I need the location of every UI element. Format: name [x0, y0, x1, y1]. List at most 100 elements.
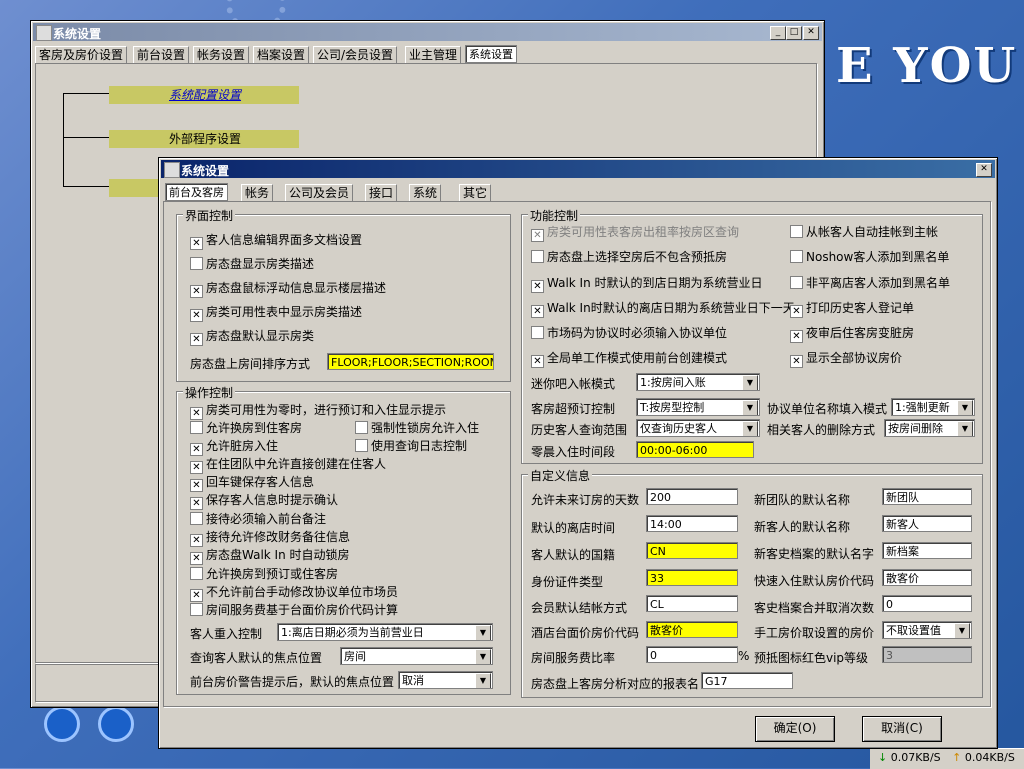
app-icon — [164, 162, 180, 178]
chevron-down-icon[interactable]: ▼ — [475, 649, 491, 664]
func-checkbox[interactable]: ✕ 打印历史客人登记单 — [790, 301, 914, 318]
ui-checkbox[interactable]: ✕ 房态盘鼠标浮动信息显示楼层描述 — [190, 281, 386, 298]
tree-item-external-program[interactable]: 外部程序设置 — [109, 130, 299, 148]
overbook-select[interactable]: T:按房型控制 ▼ — [636, 398, 760, 416]
op-checkbox[interactable]: ✕ 保存客人信息时提示确认 — [190, 493, 338, 510]
func-checkbox[interactable]: 非平离店客人添加到黑名单 — [790, 276, 950, 290]
dialog-titlebar[interactable]: 系统设置 ✕ — [161, 160, 995, 178]
op-checkbox[interactable]: ✕ 不允许前台手动修改协议单位市场员 — [190, 585, 398, 602]
func-checkbox[interactable]: ✕ Walk In时默认的离店日期为系统营业日下一天 — [531, 301, 795, 318]
op-checkbox[interactable]: 使用查询日志控制 — [355, 439, 467, 453]
custom-input: 3 — [882, 646, 972, 663]
tab-other[interactable]: 其它 — [459, 184, 492, 201]
ok-button[interactable]: 确定(O) — [755, 716, 835, 742]
func-checkbox[interactable]: ✕ Walk In 时默认的到店日期为系统营业日 — [531, 276, 763, 293]
minimize-button[interactable]: _ — [770, 26, 786, 40]
reentry-label: 客人重入控制 — [190, 627, 263, 641]
tab-system[interactable]: 系统设置 — [465, 45, 517, 63]
custom-input[interactable]: 新客人 — [882, 515, 972, 532]
custom-input[interactable]: 0 — [882, 595, 972, 612]
reentry-select[interactable]: 1:离店日期必须为当前营业日 ▼ — [277, 623, 493, 641]
tab-system[interactable]: 系统 — [409, 184, 442, 201]
chevron-down-icon[interactable]: ▼ — [957, 400, 973, 415]
rate-warning-focus-select[interactable]: 取消 ▼ — [398, 671, 493, 689]
func-checkbox[interactable]: ✕ 全局单工作模式使用前台创建模式 — [531, 351, 727, 368]
ui-checkbox[interactable]: ✕ 房态盘默认显示房类 — [190, 329, 314, 346]
op-checkbox[interactable]: ✕ 房态盘Walk In 时自动锁房 — [190, 548, 350, 565]
query-focus-label: 查询客人默认的焦点位置 — [190, 651, 323, 665]
manual-rate-select[interactable]: 不取设置值 ▼ — [882, 621, 972, 639]
tab-owner[interactable]: 业主管理 — [405, 46, 462, 63]
func-checkbox[interactable]: ✕ 房类可用性表客房出租率按房区查询 — [531, 225, 739, 242]
custom-input[interactable]: 33 — [646, 569, 738, 586]
back-window-titlebar[interactable]: 系统设置 _ □ ✕ — [33, 23, 822, 41]
custom-input[interactable]: 散客价 — [646, 621, 738, 638]
op-checkbox[interactable]: 强制性锁房允许入住 — [355, 421, 479, 435]
maximize-button[interactable]: □ — [786, 26, 802, 40]
chevron-down-icon[interactable]: ▼ — [475, 625, 491, 640]
tab-interface[interactable]: 接口 — [365, 184, 398, 201]
op-checkbox[interactable]: 允许换房到预订或住客房 — [190, 567, 338, 581]
custom-input[interactable]: 14:00 — [646, 515, 738, 532]
func-checkbox[interactable]: Noshow客人添加到黑名单 — [790, 250, 949, 264]
custom-input[interactable]: 0 — [646, 646, 738, 663]
tab-room-rate[interactable]: 客房及房价设置 — [35, 46, 128, 63]
custom-info-group: 自定义信息 允许未来订房的天数 200 新团队的默认名称 新团队 默认的离店时间… — [521, 467, 983, 698]
chevron-down-icon[interactable]: ▼ — [742, 375, 758, 390]
tab-company-member[interactable]: 公司/会员设置 — [313, 46, 398, 63]
custom-input[interactable]: 散客价 — [882, 569, 972, 586]
custom-label: 手工房价取设置的房价 — [754, 626, 875, 640]
tab-archive[interactable]: 档案设置 — [253, 46, 310, 63]
chevron-down-icon[interactable]: ▼ — [954, 623, 970, 638]
cancel-button[interactable]: 取消(C) — [862, 716, 942, 742]
taskbar-icon-2[interactable] — [98, 706, 134, 742]
op-checkbox[interactable]: 接待必须输入前台备注 — [190, 512, 326, 526]
tab-front-room[interactable]: 前台及客房 — [165, 183, 228, 201]
agreement-fill-select[interactable]: 1:强制更新 ▼ — [891, 398, 975, 416]
op-checkbox[interactable]: 允许换房到住客房 — [190, 421, 302, 435]
close-button[interactable]: ✕ — [803, 26, 819, 40]
op-control-group: 操作控制 ✕ 房类可用性为零时，进行预订和入住显示提示 允许换房到住客房 强制性锁… — [176, 384, 511, 695]
chevron-down-icon[interactable]: ▼ — [475, 673, 491, 688]
custom-input[interactable]: CN — [646, 542, 738, 559]
op-checkbox[interactable]: ✕ 回车键保存客人信息 — [190, 475, 314, 492]
tree-item-system-config[interactable]: 系统配置设置 — [109, 86, 299, 104]
custom-input[interactable]: 新档案 — [882, 542, 972, 559]
download-speed: 0.07KB/S — [890, 751, 941, 764]
related-delete-select[interactable]: 按房间删除 ▼ — [884, 419, 975, 437]
custom-input[interactable]: 200 — [646, 488, 738, 505]
func-checkbox[interactable]: 从帐客人自动挂帐到主帐 — [790, 225, 938, 239]
func-checkbox[interactable]: ✕ 夜审后住客房变脏房 — [790, 326, 914, 343]
chevron-down-icon[interactable]: ▼ — [957, 421, 973, 436]
op-checkbox[interactable]: ✕ 房类可用性为零时，进行预订和入住显示提示 — [190, 403, 446, 420]
dialog-close-button[interactable]: ✕ — [976, 163, 992, 177]
ui-checkbox[interactable]: ✕ 房类可用性表中显示房类描述 — [190, 305, 362, 322]
tab-accounting[interactable]: 帐务设置 — [193, 46, 250, 63]
op-checkbox[interactable]: ✕ 允许脏房入住 — [190, 439, 278, 456]
ui-checkbox[interactable]: ✕ 客人信息编辑界面多文档设置 — [190, 233, 362, 250]
room-sort-input[interactable]: FLOOR;FLOOR;SECTION;ROOMNO — [327, 353, 494, 370]
taskbar-icon-1[interactable] — [44, 706, 80, 742]
history-range-select[interactable]: 仅查询历史客人 ▼ — [636, 419, 760, 437]
query-focus-select[interactable]: 房间 ▼ — [340, 647, 493, 665]
tab-company[interactable]: 公司及会员 — [285, 184, 354, 201]
op-checkbox[interactable]: ✕ 在住团队中允许直接创建在住客人 — [190, 457, 386, 474]
op-checkbox[interactable]: ✕ 接待允许修改财务备往信息 — [190, 530, 350, 547]
op-checkbox[interactable]: 房间服务费基于台面价房价代码计算 — [190, 603, 398, 617]
func-checkbox[interactable]: ✕ 显示全部协议房价 — [790, 351, 902, 368]
custom-label: 快速入住默认房价代码 — [754, 574, 875, 588]
custom-label: 新客史档案的默认名字 — [754, 547, 875, 561]
chevron-down-icon[interactable]: ▼ — [742, 400, 758, 415]
early-checkin-input[interactable]: 00:00-06:00 — [636, 441, 754, 458]
tab-front-desk[interactable]: 前台设置 — [133, 46, 190, 63]
ui-checkbox[interactable]: 房态盘显示房类描述 — [190, 257, 314, 271]
custom-input[interactable]: 新团队 — [882, 488, 972, 505]
custom-label: 酒店台面价房价代码 — [531, 626, 640, 640]
func-checkbox[interactable]: 市场码为协议时必须输入协议单位 — [531, 326, 727, 340]
report-name-input[interactable]: G17 — [701, 672, 793, 689]
minibar-select[interactable]: 1:按房间入账 ▼ — [636, 373, 760, 391]
chevron-down-icon[interactable]: ▼ — [742, 421, 758, 436]
tab-billing[interactable]: 帐务 — [241, 184, 274, 201]
func-checkbox[interactable]: 房态盘上选择空房后不包含预抵房 — [531, 250, 727, 264]
custom-input[interactable]: CL — [646, 595, 738, 612]
